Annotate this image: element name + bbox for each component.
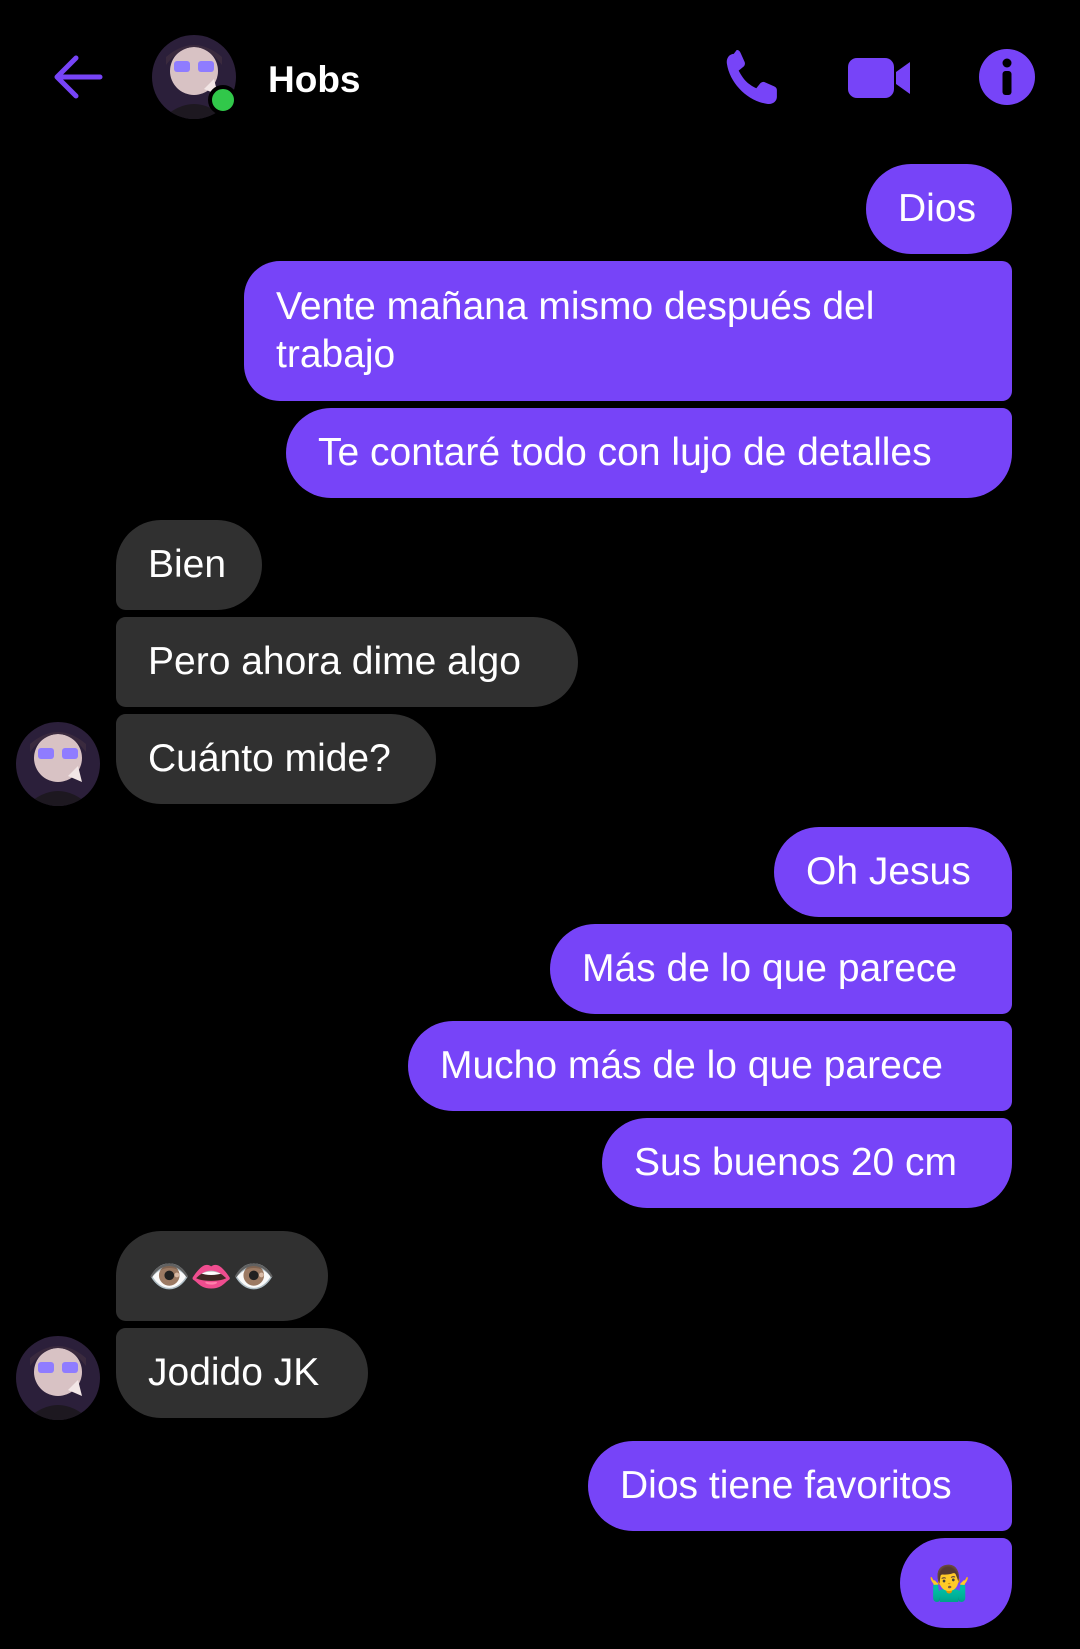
avatar-image — [16, 722, 100, 806]
conversation-info-button[interactable] — [978, 48, 1036, 106]
message-text: 🤷‍♂️ — [928, 1565, 971, 1603]
message-bubble-outgoing[interactable]: Vente mañana mismo después del trabajo — [244, 261, 1012, 401]
message-bubble-incoming[interactable]: Pero ahora dime algo — [116, 617, 578, 707]
message-text: Oh Jesus — [806, 850, 971, 893]
back-button[interactable] — [50, 52, 106, 102]
avatar-image — [16, 1336, 100, 1420]
voice-call-button[interactable] — [722, 48, 784, 108]
message-text: Jodido JK — [148, 1351, 320, 1394]
message-bubble-outgoing[interactable]: Sus buenos 20 cm — [602, 1118, 1012, 1208]
message-text: Dios — [898, 187, 977, 230]
message-bubble-outgoing[interactable]: Oh Jesus — [774, 827, 1012, 917]
message-bubble-incoming[interactable]: Bien — [116, 520, 262, 610]
message-text: 👁️👄👁️ — [148, 1258, 276, 1296]
message-text: Dios tiene favoritos — [620, 1464, 952, 1507]
contact-avatar-small[interactable] — [16, 722, 100, 806]
phone-icon — [726, 50, 777, 105]
chat-header: Hobs — [0, 0, 1080, 150]
message-text: Más de lo que parece — [582, 947, 958, 990]
message-text: Te contaré todo con lujo de detalles — [318, 431, 932, 474]
message-bubble-outgoing[interactable]: Más de lo que parece — [550, 924, 1012, 1014]
message-text: Bien — [148, 543, 227, 586]
contact-avatar-small[interactable] — [16, 1336, 100, 1420]
message-bubble-incoming[interactable]: 👁️👄👁️ — [116, 1231, 328, 1321]
message-bubble-outgoing[interactable]: Dios tiene favoritos — [588, 1441, 1012, 1531]
message-bubble-outgoing[interactable]: Mucho más de lo que parece — [408, 1021, 1012, 1111]
message-text: Sus buenos 20 cm — [634, 1141, 958, 1184]
message-bubble-outgoing[interactable]: Dios — [866, 164, 1012, 254]
message-text: Cuánto mide? — [148, 737, 391, 780]
contact-name[interactable]: Hobs — [268, 58, 361, 102]
video-call-button[interactable] — [848, 48, 914, 108]
message-bubble-incoming[interactable]: Cuánto mide? — [116, 714, 436, 804]
message-bubble-outgoing[interactable]: 🤷‍♂️ — [900, 1538, 1012, 1628]
message-bubble-incoming[interactable]: Jodido JK — [116, 1328, 368, 1418]
info-icon — [979, 49, 1035, 105]
message-text: Vente mañana mismo después del trabajo — [276, 285, 875, 376]
message-text: Pero ahora dime algo — [148, 640, 521, 683]
video-camera-icon — [848, 58, 910, 98]
contact-avatar[interactable] — [152, 35, 238, 119]
back-arrow-icon — [54, 55, 103, 99]
online-status-indicator — [208, 85, 238, 115]
message-bubble-outgoing[interactable]: Te contaré todo con lujo de detalles — [286, 408, 1012, 498]
message-text: Mucho más de lo que parece — [440, 1044, 943, 1087]
